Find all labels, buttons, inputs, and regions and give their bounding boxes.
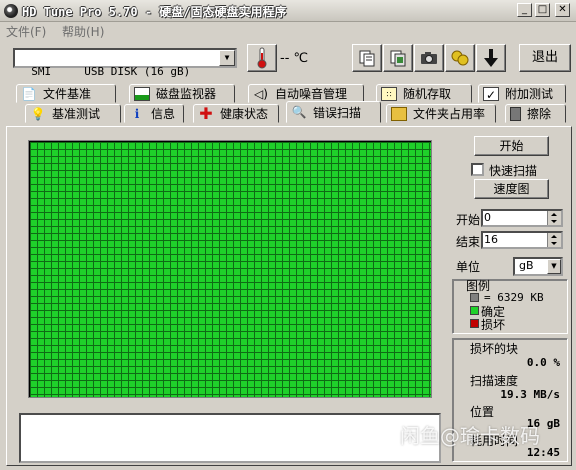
tab-disk-monitor[interactable]: 磁盘监视器 <box>129 84 235 103</box>
tab-label: 自动噪音管理 <box>275 87 348 101</box>
save-button[interactable] <box>476 44 506 72</box>
disk-monitor-icon <box>134 86 150 101</box>
legend-bad-label: 损坏 <box>481 318 506 332</box>
watermark-text: 闲鱼@瑜卡数码 <box>400 424 540 448</box>
tab-label: 健康状态 <box>220 107 269 121</box>
speed-map-button[interactable]: 速度图 <box>474 179 549 199</box>
tab-label: 错误扫描 <box>313 105 362 120</box>
app-disk-icon <box>4 4 18 18</box>
tab-extra-tests[interactable]: ✓ 附加测试 <box>478 84 566 103</box>
tab-error-scan[interactable]: 🔍 错误扫描 <box>286 101 381 123</box>
drive-select[interactable]: SMI USB DISK (16 gB) ▼ <box>13 48 237 78</box>
tab-random-access[interactable]: ∷ 随机存取 <box>376 84 472 103</box>
copy-info-icon <box>359 50 375 67</box>
tab-folder-usage[interactable]: 文件夹占用率 <box>386 104 496 123</box>
quick-scan-checkbox[interactable] <box>471 163 484 176</box>
tab-health[interactable]: ✚ 健康状态 <box>193 104 279 123</box>
temperature-button[interactable] <box>247 44 277 72</box>
download-arrow-icon <box>484 49 498 67</box>
tab-label: 随机存取 <box>403 87 452 101</box>
legend-block-swatch <box>470 293 479 302</box>
exit-button[interactable]: 退出 <box>519 44 571 72</box>
scan-speed-value: 19.3 MB/s <box>500 388 560 401</box>
damaged-blocks-label: 损坏的块 <box>470 342 519 356</box>
title-bar: HD Tune Pro 5.70 - 硬盘/固态硬盘实用程序 _ □ ✕ <box>0 0 576 22</box>
tab-label: 磁盘监视器 <box>156 87 217 101</box>
screenshot-button[interactable] <box>414 44 444 72</box>
copy-info-button[interactable] <box>352 44 382 72</box>
menu-file[interactable]: 文件(F) <box>6 23 46 40</box>
thermometer-icon <box>257 47 267 69</box>
start-position-input[interactable]: 0 <box>481 209 563 227</box>
scan-block-grid <box>30 142 431 397</box>
magnifier-icon: 🔍 <box>291 105 307 119</box>
unit-select[interactable]: gB ▼ <box>513 257 563 276</box>
menu-bar: 文件(F) 帮助(H) <box>0 22 576 40</box>
tab-file-benchmark[interactable]: 📄 文件基准 <box>16 84 116 103</box>
extra-tests-icon: ✓ <box>483 86 499 102</box>
speaker-icon: ◁) <box>254 86 268 101</box>
tab-erase[interactable]: 擦除 <box>505 104 566 123</box>
end-position-input[interactable]: 16 <box>481 231 563 249</box>
legend-bad-swatch <box>470 319 479 328</box>
unit-select-value: gB <box>519 259 534 272</box>
end-position-label: 结束 <box>456 235 481 249</box>
tab-label: 文件夹占用率 <box>413 107 486 121</box>
tab-benchmark[interactable]: 💡 基准测试 <box>25 104 121 123</box>
health-cross-icon: ✚ <box>199 103 213 123</box>
chevron-down-icon[interactable]: ▼ <box>219 50 235 66</box>
start-scan-button[interactable]: 开始 <box>474 136 549 156</box>
scan-block-map <box>28 140 432 398</box>
unit-label: 单位 <box>456 260 481 274</box>
tab-label: 信息 <box>151 107 176 121</box>
chevron-down-icon[interactable]: ▼ <box>547 259 561 274</box>
maximize-button[interactable]: □ <box>535 3 550 17</box>
tab-info[interactable]: i 信息 <box>124 104 184 123</box>
random-access-icon: ∷ <box>381 86 397 101</box>
copy-screen-icon <box>390 50 406 67</box>
folder-icon <box>391 106 407 121</box>
close-button[interactable]: ✕ <box>555 3 570 17</box>
legend-ok-swatch <box>470 306 479 315</box>
damaged-blocks-value: 0.0 % <box>526 356 560 369</box>
end-position-value: 16 <box>484 233 498 246</box>
tab-label: 擦除 <box>527 107 552 121</box>
tab-label: 基准测试 <box>52 107 101 121</box>
tab-label: 附加测试 <box>505 87 554 101</box>
window-title: HD Tune Pro 5.70 - 硬盘/固态硬盘实用程序 <box>22 5 287 19</box>
health-button[interactable] <box>445 44 475 72</box>
position-label: 位置 <box>470 405 495 419</box>
scan-speed-label: 扫描速度 <box>470 374 519 388</box>
end-spinner-icon[interactable] <box>547 233 561 247</box>
quick-scan-label: 快速扫描 <box>489 164 538 178</box>
trash-icon <box>510 106 521 121</box>
bulb-icon: 💡 <box>30 106 46 121</box>
minimize-button[interactable]: _ <box>517 3 532 17</box>
start-position-value: 0 <box>484 211 491 224</box>
start-spinner-icon[interactable] <box>547 211 561 225</box>
copy-screen-button[interactable] <box>383 44 413 72</box>
info-icon: i <box>134 106 140 121</box>
camera-icon <box>421 52 437 64</box>
health-icon <box>451 50 469 66</box>
temperature-readout: -- ℃ <box>280 51 309 66</box>
start-position-label: 开始 <box>456 213 481 227</box>
file-benchmark-icon: 📄 <box>21 86 37 101</box>
scan-log-box[interactable] <box>19 413 441 463</box>
drive-select-value: SMI USB DISK (16 gB) <box>31 65 191 78</box>
tab-label: 文件基准 <box>43 87 92 101</box>
menu-help[interactable]: 帮助(H) <box>62 23 104 40</box>
